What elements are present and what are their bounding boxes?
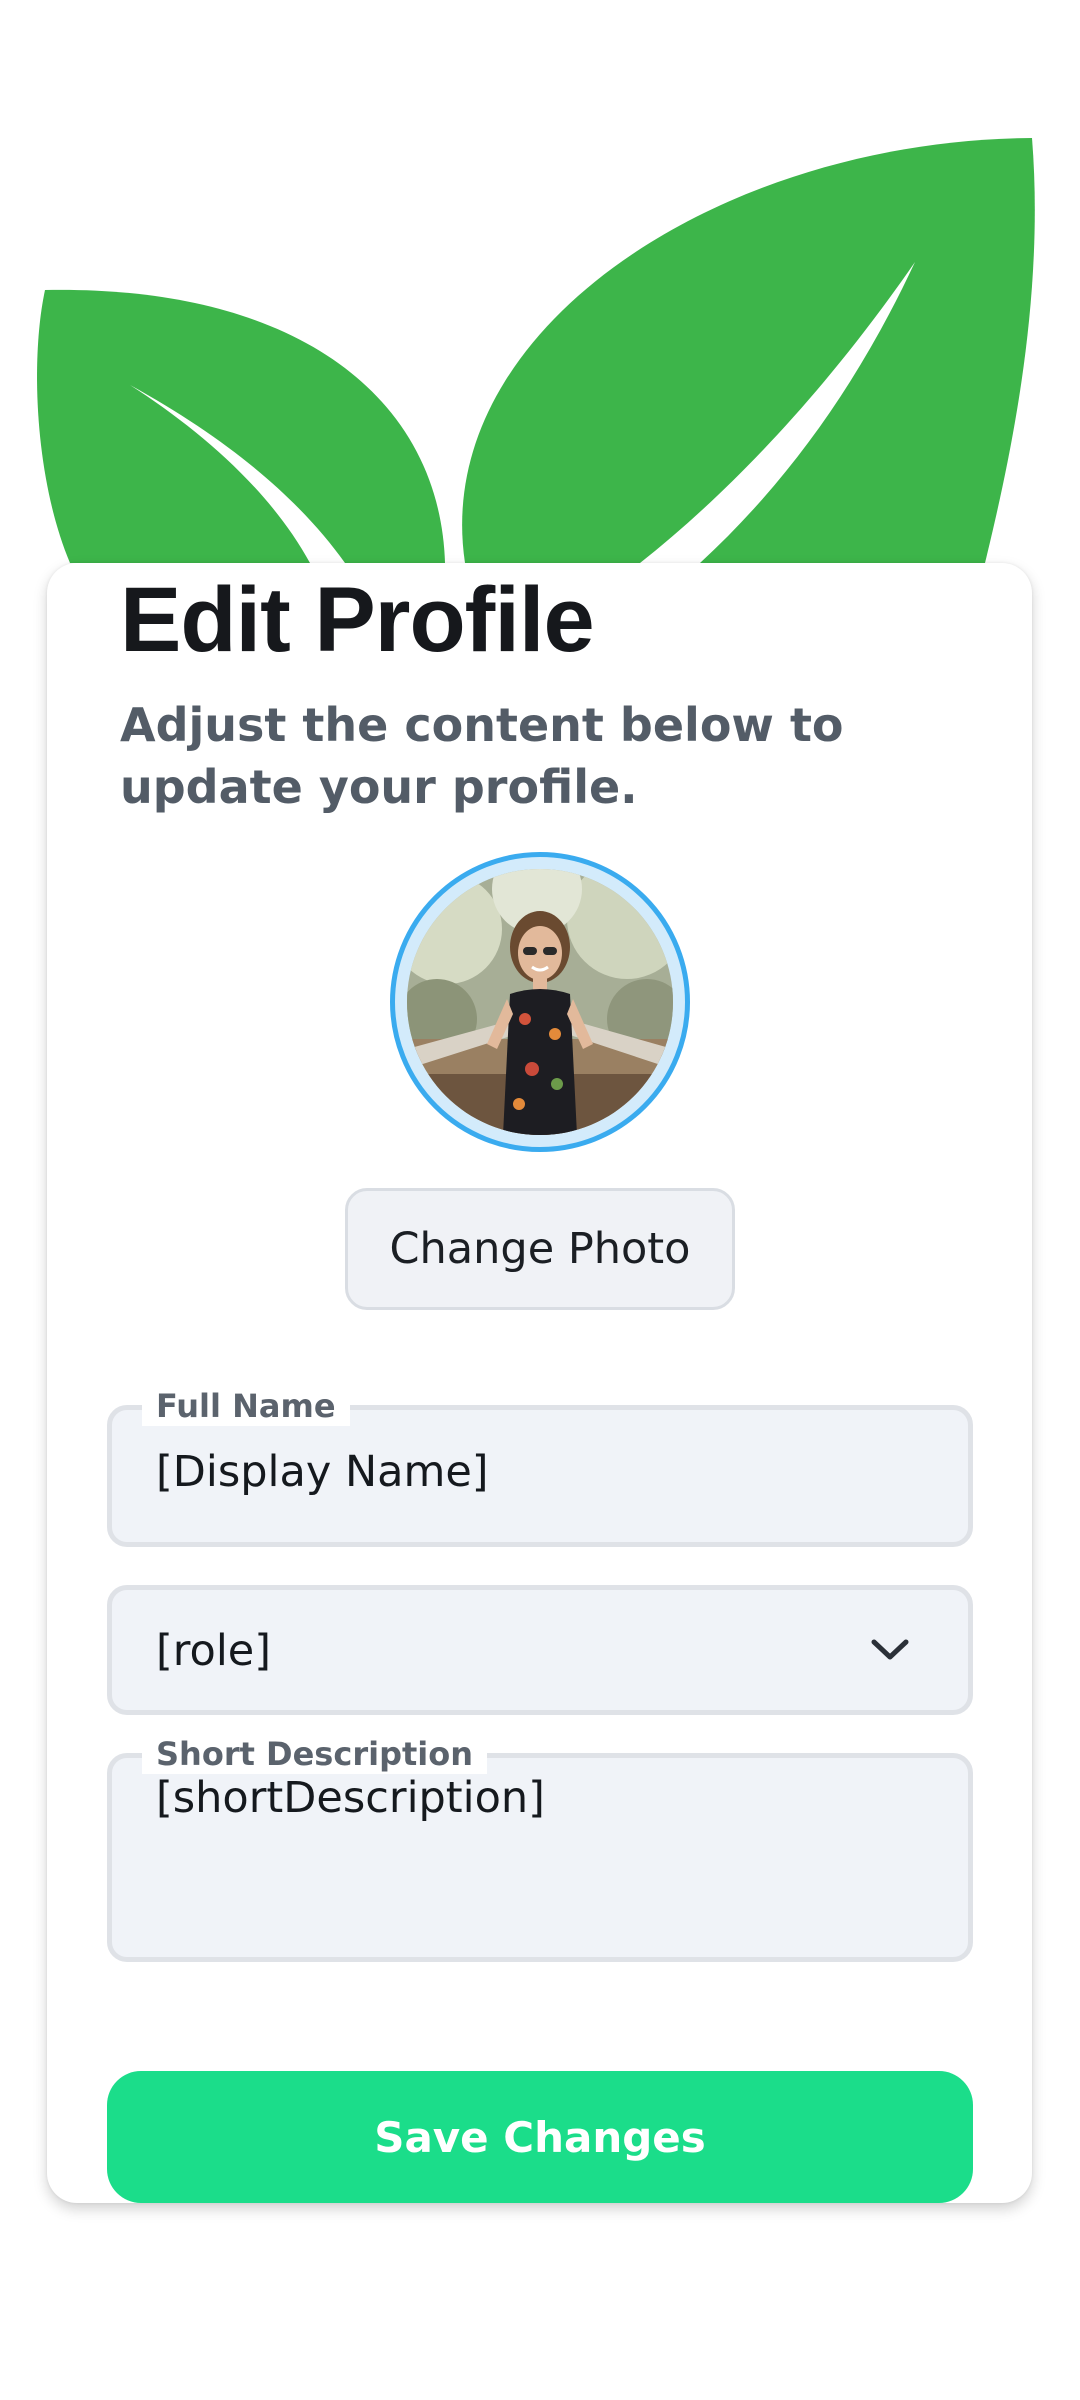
- short-description-label: Short Description: [142, 1734, 487, 1774]
- save-changes-button[interactable]: Save Changes: [107, 2071, 973, 2203]
- leaves-icon: [37, 138, 1035, 563]
- full-name-label: Full Name: [142, 1386, 350, 1426]
- role-value[interactable]: [role]: [156, 1626, 271, 1676]
- page-title: Edit Profile: [120, 569, 595, 671]
- change-photo-button[interactable]: Change Photo: [345, 1188, 735, 1310]
- edit-profile-screen: Edit Profile Adjust the content below to…: [0, 0, 1080, 2400]
- avatar: [407, 869, 673, 1135]
- full-name-value[interactable]: [Display Name]: [156, 1447, 489, 1497]
- short-description-value[interactable]: [shortDescription]: [156, 1773, 545, 1823]
- page-subtitle: Adjust the content below to update your …: [120, 698, 844, 814]
- chevron-down-icon[interactable]: [868, 1632, 912, 1668]
